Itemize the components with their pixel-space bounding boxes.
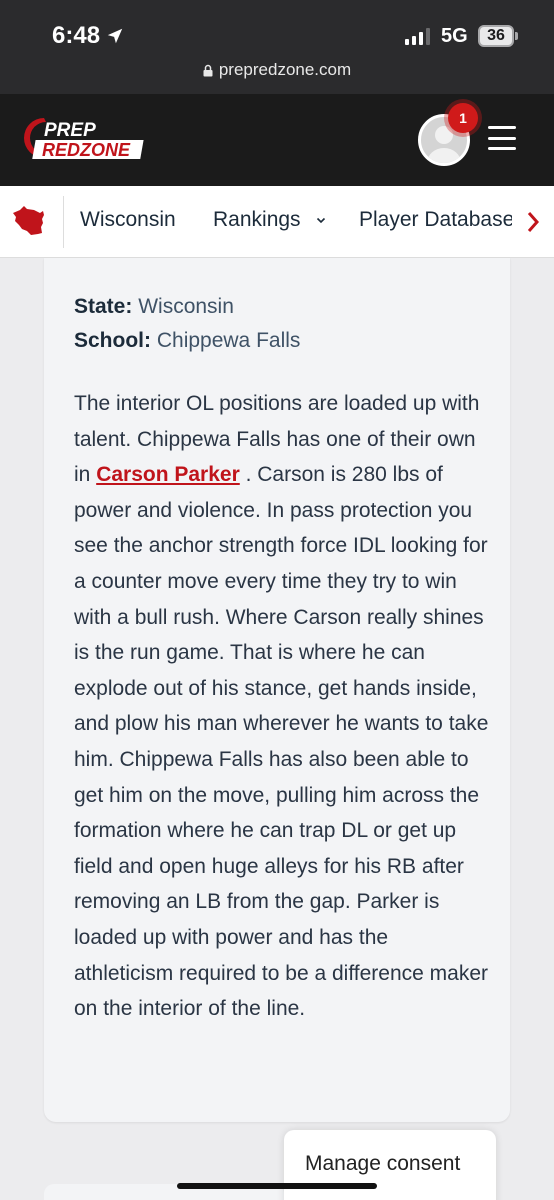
lock-icon bbox=[203, 64, 213, 76]
article-text-after: . Carson is 280 lbs of power and violenc… bbox=[74, 463, 489, 1021]
nav-item-player-database[interactable]: Player Database bbox=[359, 208, 514, 232]
nav-scroll-right-button[interactable] bbox=[512, 186, 554, 257]
battery-icon: 36 bbox=[478, 25, 514, 47]
school-label: School: bbox=[74, 329, 151, 352]
chevron-down-icon bbox=[317, 218, 326, 224]
network-label: 5G bbox=[441, 25, 468, 47]
logo-line2: REDZONE bbox=[42, 140, 131, 160]
player-meta: State: Wisconsin School: Chippewa Falls bbox=[74, 290, 300, 358]
signal-icon bbox=[405, 27, 430, 45]
manage-consent-button[interactable]: Manage consent bbox=[284, 1130, 496, 1200]
nav-item-rankings[interactable]: Rankings bbox=[213, 208, 326, 232]
state-label: State: bbox=[74, 295, 133, 318]
menu-icon[interactable] bbox=[488, 126, 516, 150]
home-indicator[interactable] bbox=[177, 1183, 377, 1189]
logo-line1: PREP bbox=[44, 120, 96, 141]
school-value: Chippewa Falls bbox=[156, 329, 301, 352]
school-row: School: Chippewa Falls bbox=[74, 324, 300, 358]
battery-tip bbox=[515, 32, 518, 40]
state-value: Wisconsin bbox=[138, 295, 234, 318]
nav-divider bbox=[63, 196, 64, 248]
prep-redzone-logo[interactable]: PREP REDZONE bbox=[22, 115, 152, 161]
chevron-right-icon bbox=[527, 212, 540, 232]
nav-item-rankings-label: Rankings bbox=[213, 208, 301, 231]
clock-time: 6:48 bbox=[52, 22, 101, 49]
wisconsin-map-icon[interactable] bbox=[10, 201, 50, 241]
status-bar: 6:48 5G 36 prepredzone.com bbox=[0, 0, 554, 94]
location-arrow-icon bbox=[107, 28, 123, 44]
state-row: State: Wisconsin bbox=[74, 290, 300, 324]
article-body: The interior OL positions are loaded up … bbox=[74, 386, 490, 1027]
notification-badge[interactable]: 1 bbox=[448, 103, 478, 133]
state-nav: Wisconsin Rankings Player Database bbox=[0, 186, 554, 258]
nav-item-wisconsin[interactable]: Wisconsin bbox=[80, 208, 176, 232]
url-bar[interactable]: prepredzone.com bbox=[0, 60, 554, 80]
url-text: prepredzone.com bbox=[218, 60, 352, 79]
clock: 6:48 bbox=[52, 22, 124, 50]
player-link[interactable]: Carson Parker bbox=[96, 463, 240, 486]
